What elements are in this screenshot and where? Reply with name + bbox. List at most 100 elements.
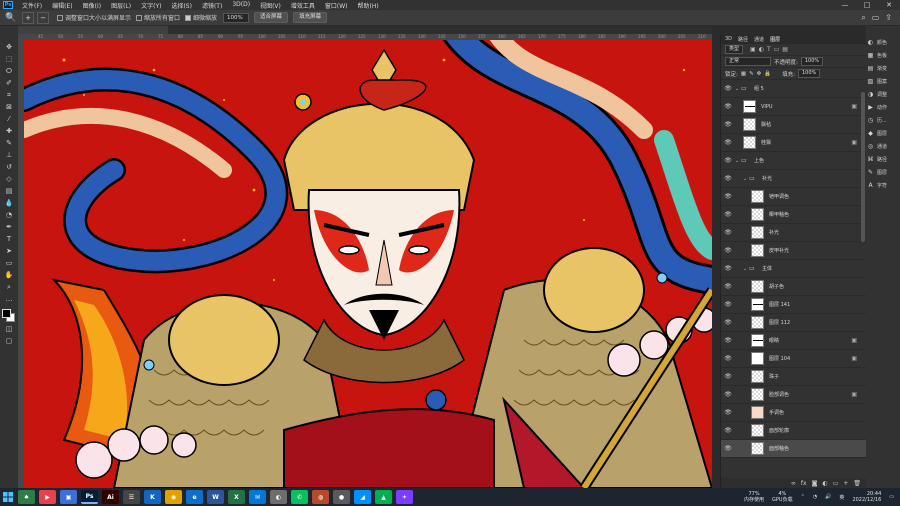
menu-item[interactable]: 帮助(H): [353, 1, 384, 10]
taskbar-app-icon[interactable]: ▣: [60, 490, 77, 504]
tab-paths[interactable]: 路径: [738, 36, 748, 43]
visibility-eye-icon[interactable]: 👁: [721, 211, 735, 218]
dock-panel-button[interactable]: ▤ 渐变: [866, 62, 900, 75]
dock-panel-button[interactable]: ▦ 色板: [866, 49, 900, 62]
new-layer-icon[interactable]: +: [843, 480, 848, 487]
visibility-eye-icon[interactable]: 👁: [721, 157, 735, 164]
lock-all-icon[interactable]: 🔒: [764, 71, 771, 77]
layer-row[interactable]: 👁 珠子: [721, 368, 867, 386]
dodge-tool-icon[interactable]: ◔: [3, 210, 15, 221]
tab-channels[interactable]: 通道: [754, 36, 764, 43]
visibility-eye-icon[interactable]: 👁: [721, 391, 735, 398]
taskbar-app-icon[interactable]: ✆: [291, 490, 308, 504]
menu-item[interactable]: 文字(Y): [136, 1, 166, 10]
share-icon[interactable]: ⇪: [885, 13, 892, 22]
workspace-icon[interactable]: ▭: [872, 13, 880, 22]
menu-item[interactable]: 滤镜(T): [197, 1, 227, 10]
layer-row[interactable]: 👁 铠甲调色: [721, 188, 867, 206]
taskbar-app-icon[interactable]: ✦: [396, 490, 413, 504]
quick-select-tool-icon[interactable]: ✐: [3, 78, 15, 89]
close-button[interactable]: ✕: [878, 1, 900, 9]
zoom-all-windows-checkbox[interactable]: 缩放所有窗口: [136, 13, 180, 22]
adjustment-layer-icon[interactable]: ◐: [822, 480, 827, 487]
layer-row[interactable]: 👁 面部釉色: [721, 440, 867, 458]
network-icon[interactable]: ◔: [813, 494, 817, 500]
layer-row[interactable]: 👁 椰甲釉色: [721, 206, 867, 224]
document-tab[interactable]: [18, 26, 168, 34]
visibility-eye-icon[interactable]: 👁: [721, 121, 735, 128]
taskbar-app-icon[interactable]: ●: [333, 490, 350, 504]
visibility-eye-icon[interactable]: 👁: [721, 229, 735, 236]
link-layers-icon[interactable]: ∞: [791, 480, 796, 487]
layer-group-row[interactable]: 👁 ⌄ ▭ 上色: [721, 152, 867, 170]
layer-row[interactable]: 👁 VIPU ▣: [721, 98, 867, 116]
pen-tool-icon[interactable]: ✒: [3, 222, 15, 233]
dock-panel-button[interactable]: ◎ 通道: [866, 140, 900, 153]
dock-panel-button[interactable]: ✎ 图层: [866, 166, 900, 179]
menu-item[interactable]: 窗口(W): [320, 1, 353, 10]
visibility-eye-icon[interactable]: 👁: [721, 427, 735, 434]
ime-indicator[interactable]: 英: [839, 494, 844, 501]
layer-row[interactable]: 👁 补光: [721, 224, 867, 242]
dock-panel-button[interactable]: ◑ 调整: [866, 88, 900, 101]
visibility-eye-icon[interactable]: 👁: [721, 85, 735, 92]
layer-row[interactable]: 👁 图层 104 ▣: [721, 350, 867, 368]
tray-chevron-icon[interactable]: ⌃: [801, 494, 805, 500]
visibility-eye-icon[interactable]: 👁: [721, 247, 735, 254]
blur-tool-icon[interactable]: 💧: [3, 198, 15, 209]
fit-screen-button[interactable]: 适合屏幕: [254, 12, 289, 23]
eraser-tool-icon[interactable]: ◇: [3, 174, 15, 185]
layers-scrollbar[interactable]: [861, 92, 865, 242]
zoom-in-icon[interactable]: +: [22, 11, 34, 24]
layer-row[interactable]: 👁 眼睛 ▣: [721, 332, 867, 350]
menu-item[interactable]: 增效工具: [286, 1, 320, 10]
taskbar-app-icon[interactable]: ◉: [165, 490, 182, 504]
dock-panel-button[interactable]: ⌘ 路径: [866, 153, 900, 166]
visibility-eye-icon[interactable]: 👁: [721, 445, 735, 452]
taskbar-app-icon[interactable]: ◍: [312, 490, 329, 504]
menu-item[interactable]: 编辑(E): [47, 1, 77, 10]
blend-mode-select[interactable]: 正常: [725, 57, 771, 66]
fx-icon[interactable]: fx: [801, 480, 807, 487]
clock[interactable]: 20:44 2022/12/16: [852, 491, 881, 503]
layer-row[interactable]: 👁 桂飘 ▣: [721, 134, 867, 152]
taskbar-app-icon[interactable]: W: [207, 490, 224, 504]
resize-windows-checkbox[interactable]: 调整窗口大小以满屏显示: [57, 13, 131, 22]
menu-item[interactable]: 选择(S): [166, 1, 197, 10]
visibility-eye-icon[interactable]: 👁: [721, 319, 735, 326]
frame-tool-icon[interactable]: ⊠: [3, 102, 15, 113]
marquee-tool-icon[interactable]: ⬚: [3, 54, 15, 65]
taskbar-app-icon[interactable]: X: [228, 490, 245, 504]
taskbar-app-icon[interactable]: e: [186, 490, 203, 504]
minimize-button[interactable]: —: [834, 1, 856, 9]
move-tool-icon[interactable]: ✥: [3, 42, 15, 53]
dock-panel-button[interactable]: ▧ 图案: [866, 75, 900, 88]
layer-row[interactable]: 👁 皮甲补光: [721, 242, 867, 260]
checkbox-box[interactable]: [57, 14, 63, 21]
checkbox-box[interactable]: [185, 14, 192, 21]
gradient-tool-icon[interactable]: ▤: [3, 186, 15, 197]
visibility-eye-icon[interactable]: 👁: [721, 265, 735, 272]
type-filter-icon[interactable]: T: [767, 46, 771, 53]
clone-stamp-tool-icon[interactable]: ⊥: [3, 150, 15, 161]
taskbar-app-icon[interactable]: ▲: [375, 490, 392, 504]
crop-tool-icon[interactable]: ⌗: [3, 90, 15, 101]
brush-tool-icon[interactable]: ✎: [3, 138, 15, 149]
foreground-color-swatch[interactable]: [2, 309, 11, 318]
menu-item[interactable]: 图像(I): [78, 1, 106, 10]
start-button[interactable]: [0, 488, 16, 506]
dock-panel-button[interactable]: ◷ 历...: [866, 114, 900, 127]
taskbar-app-icon[interactable]: Ai: [102, 490, 119, 504]
layer-row[interactable]: 👁 手调色: [721, 404, 867, 422]
taskbar-app-icon[interactable]: Ps: [81, 490, 98, 504]
visibility-eye-icon[interactable]: 👁: [721, 373, 735, 380]
layer-row[interactable]: 👁 图层 112: [721, 314, 867, 332]
fill-screen-button[interactable]: 填充屏幕: [293, 12, 328, 23]
search-icon[interactable]: ⌕: [861, 13, 865, 23]
layer-group-row[interactable]: 👁 ⌄ ▭ 主体: [721, 260, 867, 278]
smart-filter-icon[interactable]: ▤: [782, 46, 788, 53]
visibility-eye-icon[interactable]: 👁: [721, 103, 735, 110]
quick-mask-icon[interactable]: ◫: [3, 324, 15, 335]
taskbar-app-icon[interactable]: K: [144, 490, 161, 504]
menu-item[interactable]: 文件(F): [17, 1, 47, 10]
